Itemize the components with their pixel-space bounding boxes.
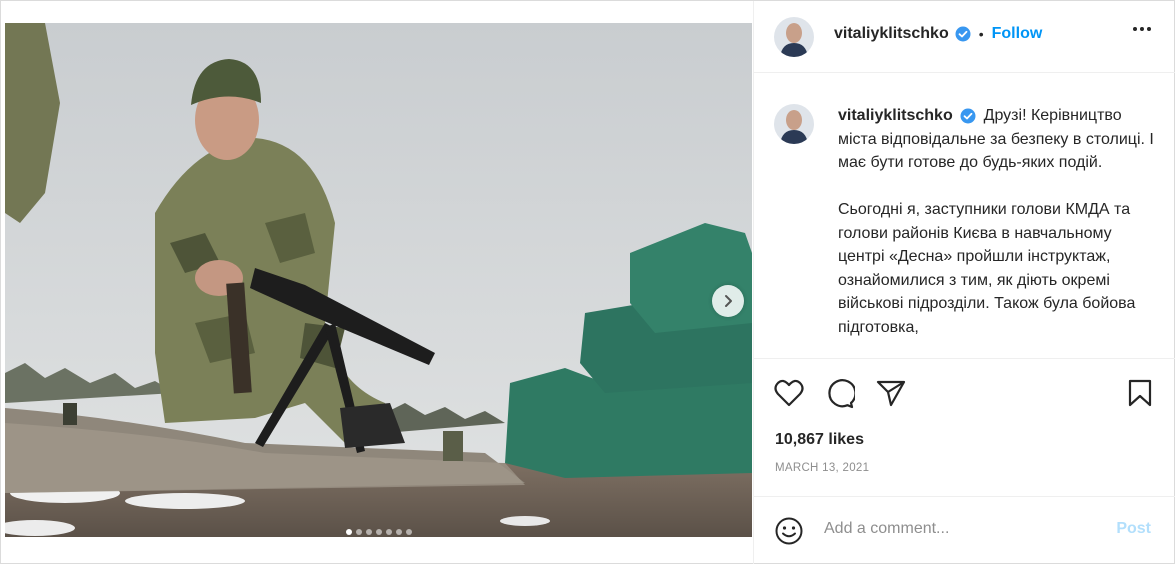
profile-photo: [774, 17, 814, 57]
save-button[interactable]: [1128, 379, 1152, 412]
caption-paragraph: Сьогодні я, заступники голови КМДА та го…: [838, 201, 1136, 336]
caption-username[interactable]: vitaliyklitschko: [838, 107, 953, 124]
carousel-dot: [385, 529, 392, 535]
likes-count[interactable]: 10,867 likes: [775, 431, 864, 449]
share-button[interactable]: [876, 379, 906, 412]
verified-badge-icon: [960, 108, 976, 124]
like-button[interactable]: [774, 379, 804, 412]
carousel-indicator: [5, 529, 752, 535]
post-side-panel: vitaliyklitschko • Follow vitaliyklitsch…: [753, 1, 1175, 564]
comment-icon: [828, 379, 857, 409]
caption-text: vitaliyklitschko Друзі! Керівництво міст…: [838, 104, 1158, 358]
post-dialog: vitaliyklitschko • Follow vitaliyklitsch…: [0, 0, 1175, 564]
follow-button[interactable]: Follow: [992, 25, 1043, 43]
verified-badge-icon: [955, 26, 971, 42]
separator: •: [978, 26, 984, 42]
heart-icon: [774, 379, 804, 407]
caption-avatar[interactable]: [774, 104, 814, 144]
post-actions: 10,867 likes MARCH 13, 2021 Post: [754, 358, 1175, 564]
emoji-button[interactable]: [775, 517, 803, 550]
comment-input[interactable]: [824, 517, 1104, 541]
more-options-icon[interactable]: [1133, 27, 1151, 31]
comment-button[interactable]: [825, 379, 857, 414]
profile-photo: [774, 104, 814, 144]
post-comment-button[interactable]: Post: [1116, 520, 1151, 538]
carousel-dot: [355, 529, 362, 535]
comment-box: Post: [754, 496, 1175, 564]
carousel-dot: [405, 529, 412, 535]
chevron-right-icon: [725, 295, 732, 307]
caption-area[interactable]: vitaliyklitschko Друзі! Керівництво міст…: [754, 74, 1175, 358]
post-header: vitaliyklitschko • Follow: [754, 1, 1175, 73]
post-media[interactable]: [5, 23, 752, 537]
carousel-dot: [375, 529, 382, 535]
emoji-icon: [775, 517, 803, 545]
avatar[interactable]: [774, 17, 814, 57]
carousel-dot: [395, 529, 402, 535]
share-icon: [876, 380, 906, 407]
carousel-dot: [345, 529, 352, 535]
username[interactable]: vitaliyklitschko: [834, 25, 949, 43]
bookmark-icon: [1128, 379, 1152, 407]
post-date[interactable]: MARCH 13, 2021: [775, 462, 869, 474]
carousel-next-button[interactable]: [712, 285, 744, 317]
post-photo: [5, 23, 752, 537]
carousel-dot: [365, 529, 372, 535]
